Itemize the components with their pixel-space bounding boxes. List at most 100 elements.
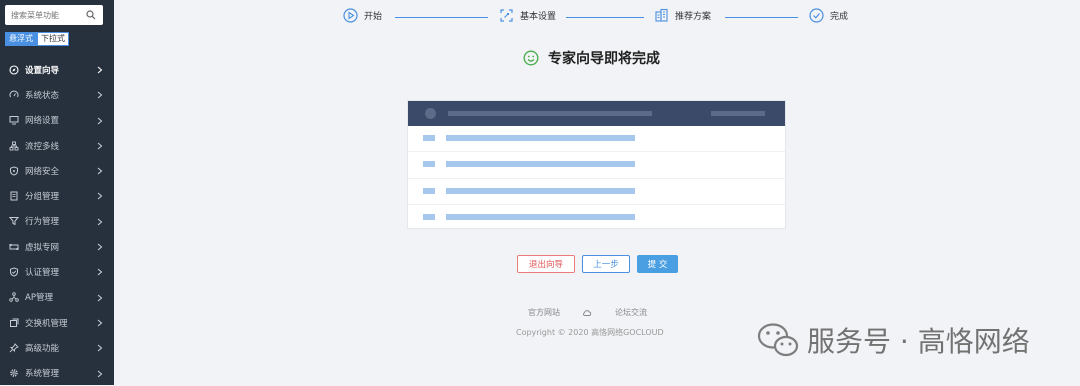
monitor-icon <box>9 116 19 125</box>
sidebar-item-system-management[interactable]: 系统管理 <box>0 361 114 386</box>
illustration-row <box>408 126 785 153</box>
mode-tab-dropdown[interactable]: 下拉式 <box>37 32 69 46</box>
step-connector <box>725 17 798 18</box>
sidebar-item-label: 流控多线 <box>25 141 60 152</box>
illustration-bar <box>446 187 635 194</box>
illustration-dot <box>425 108 436 119</box>
sidebar-item-flow-control[interactable]: 流控多线 <box>0 133 114 158</box>
wizard-actions: 退出向导 上一步 提 交 <box>517 255 685 273</box>
illustration-square <box>423 135 435 141</box>
chevron-right-icon <box>97 142 103 150</box>
gear-icon <box>10 369 18 378</box>
switch-icon <box>10 318 19 327</box>
play-icon <box>343 8 358 23</box>
illustration-bar <box>446 135 635 141</box>
illustration-row <box>408 205 785 232</box>
settings-icon <box>500 9 513 22</box>
watermark: 服务号 · 高恪网络 <box>757 320 1030 360</box>
footer-links: 官方网站 论坛交流 <box>528 307 647 318</box>
building-icon <box>655 8 668 22</box>
config-preview-illustration <box>407 100 786 232</box>
sidebar-item-advanced[interactable]: 高级功能 <box>0 335 114 360</box>
sidebar-item-setup-wizard[interactable]: 设置向导 <box>0 57 114 82</box>
compass-icon <box>9 65 19 75</box>
step-basic-settings: 基本设置 <box>499 8 556 23</box>
sidebar-item-label: 系统管理 <box>25 369 60 380</box>
step-connector <box>395 17 488 18</box>
illustration-square <box>423 161 435 168</box>
illustration-bar <box>446 161 635 168</box>
submit-button[interactable]: 提 交 <box>637 255 678 273</box>
sidebar-item-system-status[interactable]: 系统状态 <box>0 82 114 107</box>
search-input[interactable] <box>5 5 83 25</box>
illustration-square <box>423 213 435 220</box>
step-label: 开始 <box>364 12 383 22</box>
sidebar-item-label: 网络安全 <box>25 166 60 177</box>
network-icon <box>9 141 19 150</box>
wizard-steps: 开始 基本设置 推荐方案 完成 <box>343 8 863 26</box>
step-label: 推荐方案 <box>675 12 712 22</box>
search-icon[interactable] <box>86 10 96 20</box>
chevron-right-icon <box>97 243 103 251</box>
gauge-icon <box>9 90 19 98</box>
ap-icon <box>9 292 19 303</box>
smile-icon <box>523 50 539 66</box>
step-recommended-plan: 推荐方案 <box>654 8 711 23</box>
step-start: 开始 <box>343 8 382 23</box>
forum-link[interactable]: 论坛交流 <box>615 307 647 318</box>
sidebar-item-label: 虚拟专网 <box>25 242 60 253</box>
page-title: 专家向导即将完成 <box>548 51 660 67</box>
illustration-square <box>423 187 435 194</box>
cloud-icon <box>583 309 592 316</box>
step-label: 基本设置 <box>520 12 557 22</box>
sidebar-menu: 设置向导 系统状态 网络设置 流控多线 网络安全 分组管理 行为管理 虚拟专网 … <box>0 57 114 386</box>
chevron-right-icon <box>97 193 103 200</box>
search-box <box>5 5 103 25</box>
illustration-bar <box>711 111 765 116</box>
illustration-row <box>408 152 785 179</box>
filter-icon <box>9 217 19 226</box>
mode-tab-hover[interactable]: 悬浮式 <box>5 32 37 46</box>
sidebar-item-label: 行为管理 <box>25 217 60 228</box>
illustration-row <box>408 179 785 205</box>
shield-icon <box>10 166 18 176</box>
sidebar-item-label: 认证管理 <box>25 268 60 279</box>
vpn-icon <box>9 243 19 250</box>
sidebar-item-network-settings[interactable]: 网络设置 <box>0 108 114 133</box>
sidebar-item-ap-management[interactable]: AP管理 <box>0 285 114 310</box>
sidebar-item-behavior-management[interactable]: 行为管理 <box>0 209 114 234</box>
sidebar-item-auth-management[interactable]: 认证管理 <box>0 259 114 284</box>
sidebar-item-label: 系统状态 <box>25 90 60 101</box>
sidebar-item-label: 分组管理 <box>25 192 60 203</box>
sidebar-item-label: 设置向导 <box>25 65 60 76</box>
watermark-text: 服务号 · 高恪网络 <box>807 325 1030 358</box>
chevron-right-icon <box>97 294 103 302</box>
chevron-right-icon <box>97 218 103 226</box>
sidebar-item-label: 高级功能 <box>25 343 60 354</box>
sidebar-item-label: 交换机管理 <box>25 318 68 329</box>
wechat-icon <box>757 323 799 357</box>
sidebar-item-network-security[interactable]: 网络安全 <box>0 158 114 183</box>
shield-check-icon <box>10 267 18 277</box>
exit-wizard-button[interactable]: 退出向导 <box>517 255 575 273</box>
copyright: Copyright © 2020 高恪网络GOCLOUD <box>516 328 664 337</box>
check-circle-icon <box>809 8 824 23</box>
illustration-bar <box>446 213 635 220</box>
pin-icon <box>9 343 19 353</box>
chevron-right-icon <box>97 319 103 327</box>
step-label: 完成 <box>830 12 849 22</box>
sidebar-item-vpn[interactable]: 虚拟专网 <box>0 234 114 259</box>
chevron-right-icon <box>97 117 103 125</box>
wizard-title: 专家向导即将完成 <box>523 48 660 68</box>
sidebar-item-group-management[interactable]: 分组管理 <box>0 183 114 208</box>
menu-mode-toggle: 悬浮式 下拉式 <box>5 32 69 46</box>
chevron-right-icon <box>97 268 103 276</box>
sidebar-item-switch-management[interactable]: 交换机管理 <box>0 310 114 335</box>
sidebar-item-label: 网络设置 <box>25 116 60 127</box>
previous-step-button[interactable]: 上一步 <box>582 255 630 273</box>
chevron-right-icon <box>97 370 103 377</box>
step-connector <box>566 17 644 18</box>
official-site-link[interactable]: 官方网站 <box>528 307 560 318</box>
illustration-header <box>408 101 785 126</box>
illustration-bar <box>448 111 652 116</box>
